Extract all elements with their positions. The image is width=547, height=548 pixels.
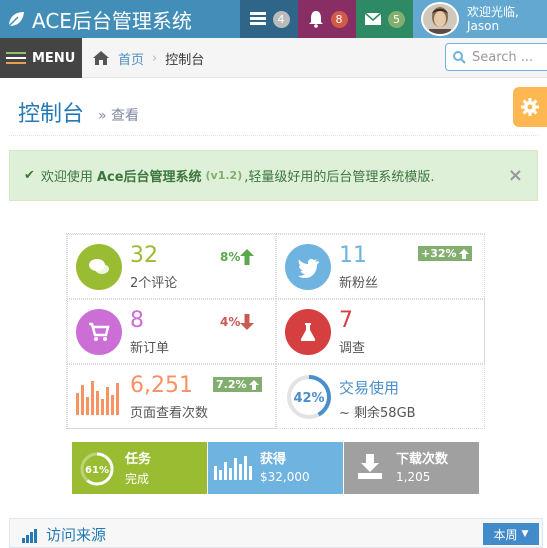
search-placeholder: Search ... xyxy=(472,49,534,65)
widget-title: 访问来源 xyxy=(46,526,107,544)
infobox-number: 32 xyxy=(130,243,158,268)
infobox-storage: 42% 交易使用 ~ 剩余58GB xyxy=(276,364,485,429)
breadcrumb-separator: › xyxy=(152,50,158,66)
infobox-label: ~ 剩余58GB xyxy=(339,406,416,421)
infobox-label: 新订单 xyxy=(130,341,170,356)
search-input[interactable]: Search ... xyxy=(445,43,547,71)
infobox-grid: 32 2个评论 8% 11 新粉丝 +32% 8 新订单 4% 7 调查 6,2… xyxy=(66,233,485,429)
storage-progress-ring: 42% xyxy=(287,375,331,419)
menu-label: MENU xyxy=(32,50,76,66)
page-subtitle-text: 查看 xyxy=(111,107,140,124)
breadcrumb-bar: MENU 首页 › 控制台 Search ... xyxy=(0,38,547,78)
arrow-down-icon xyxy=(240,314,255,330)
menu-toggle-pointer xyxy=(0,38,82,48)
tile-downloads: 下载次数 1,205 xyxy=(344,442,479,494)
infobox-label: 调查 xyxy=(339,341,366,356)
envelope-icon xyxy=(364,12,382,25)
page-subtitle: » 查看 xyxy=(98,107,140,124)
comments-icon xyxy=(76,244,122,290)
page-title: 控制台 xyxy=(18,101,85,127)
settings-button[interactable] xyxy=(513,87,547,127)
avatar xyxy=(421,2,459,36)
tile-value: $32,000 xyxy=(260,470,310,484)
alert-text: ,轻量级好用的后台管理系统模版. xyxy=(244,170,435,185)
infobox-comments: 32 2个评论 8% xyxy=(67,234,276,299)
tile-earnings: 获得 $32,000 xyxy=(208,442,343,494)
bell-icon xyxy=(308,11,323,28)
breadcrumb-home-link[interactable]: 首页 xyxy=(118,49,144,68)
user-name: Jason xyxy=(467,19,500,33)
infobox-survey: 7 调查 xyxy=(276,299,485,364)
stat-value: 8% xyxy=(220,250,241,264)
tasks-icon xyxy=(249,12,266,25)
stat-value: 4% xyxy=(220,315,241,329)
tasks-button[interactable]: 4 xyxy=(240,0,298,38)
breadcrumb: 首页 › 控制台 xyxy=(92,38,204,78)
gear-icon xyxy=(521,98,539,116)
tile-title: 获得 xyxy=(260,452,287,467)
bar-chart-icon xyxy=(214,456,252,480)
notifications-button[interactable]: 8 xyxy=(298,0,356,38)
infobox-stat-badge: +32% xyxy=(418,246,472,261)
infobox-number: 11 xyxy=(339,243,367,268)
infobox-stat-badge: 7.2% xyxy=(213,377,262,392)
twitter-icon xyxy=(285,244,331,290)
breadcrumb-current: 控制台 xyxy=(165,52,205,68)
arrow-up-icon xyxy=(240,249,255,265)
arrow-up-icon xyxy=(248,379,259,390)
tasks-badge: 4 xyxy=(272,10,290,28)
tile-tasks: 61% 任务 完成 xyxy=(72,442,207,494)
stat-value: 7.2% xyxy=(216,378,247,391)
infobox-stat: 8% xyxy=(220,249,255,265)
infobox-number: 7 xyxy=(339,308,353,333)
alert-app-name: Ace后台管理系统 xyxy=(96,170,202,185)
home-icon[interactable] xyxy=(92,49,110,67)
menu-icon xyxy=(6,49,26,67)
alert-version: (v1.2) xyxy=(205,169,243,182)
infobox-title: 交易使用 xyxy=(339,379,400,397)
period-dropdown-label: 本周 xyxy=(493,527,518,542)
brand-name: ACE后台管理系统 xyxy=(32,8,192,33)
storage-percent: 42% xyxy=(293,391,324,406)
infobox-followers: 11 新粉丝 +32% xyxy=(276,234,485,299)
notifications-badge: 8 xyxy=(330,10,348,28)
check-icon: ✔ xyxy=(24,168,35,183)
infobox-stat: 4% xyxy=(220,314,255,330)
brand[interactable]: ACE后台管理系统 xyxy=(6,0,192,38)
welcome-alert: ✔ 欢迎使用 Ace后台管理系统 (v1.2) ,轻量级好用的后台管理系统模版.… xyxy=(9,150,538,201)
infobox-label: 新粉丝 xyxy=(339,276,379,291)
signal-icon xyxy=(22,529,37,543)
search-icon xyxy=(453,51,466,64)
infobox-label: 页面查看次数 xyxy=(130,406,209,421)
user-menu[interactable]: 欢迎光临, Jason xyxy=(413,0,547,38)
tile-title: 下载次数 xyxy=(396,452,449,467)
arrow-up-icon xyxy=(458,248,469,259)
leaf-icon xyxy=(8,12,24,27)
download-icon xyxy=(358,454,382,479)
page-header: 控制台 » 查看 xyxy=(9,88,538,136)
infobox-orders: 8 新订单 4% xyxy=(67,299,276,364)
tasks-percent: 61% xyxy=(85,465,109,476)
infobox-number: 6,251 xyxy=(130,373,193,398)
bar-chart-icon xyxy=(76,381,119,415)
alert-prefix: 欢迎使用 xyxy=(40,170,93,185)
stat-value: +32% xyxy=(421,247,457,260)
flask-icon xyxy=(285,309,331,355)
period-dropdown[interactable]: 本周 ▼ xyxy=(483,523,539,545)
infobox-pageviews: 6,251 页面查看次数 7.2% xyxy=(67,364,276,429)
tasks-progress-ring: 61% xyxy=(80,452,114,486)
tile-value: 完成 xyxy=(125,472,150,486)
tile-value: 1,205 xyxy=(396,470,431,484)
shopping-cart-icon xyxy=(76,309,122,355)
tile-title: 任务 xyxy=(125,452,152,467)
messages-button[interactable]: 5 xyxy=(356,0,413,38)
alert-close-button[interactable]: × xyxy=(508,165,523,186)
top-navbar: ACE后台管理系统 4 8 5 欢迎光临, Jason xyxy=(0,0,547,38)
infobox-label: 2个评论 xyxy=(130,276,178,291)
infobox-number: 8 xyxy=(130,308,144,333)
chevron-down-icon: ▼ xyxy=(521,529,529,539)
messages-badge: 5 xyxy=(388,10,405,28)
user-welcome: 欢迎光临, xyxy=(467,5,519,19)
